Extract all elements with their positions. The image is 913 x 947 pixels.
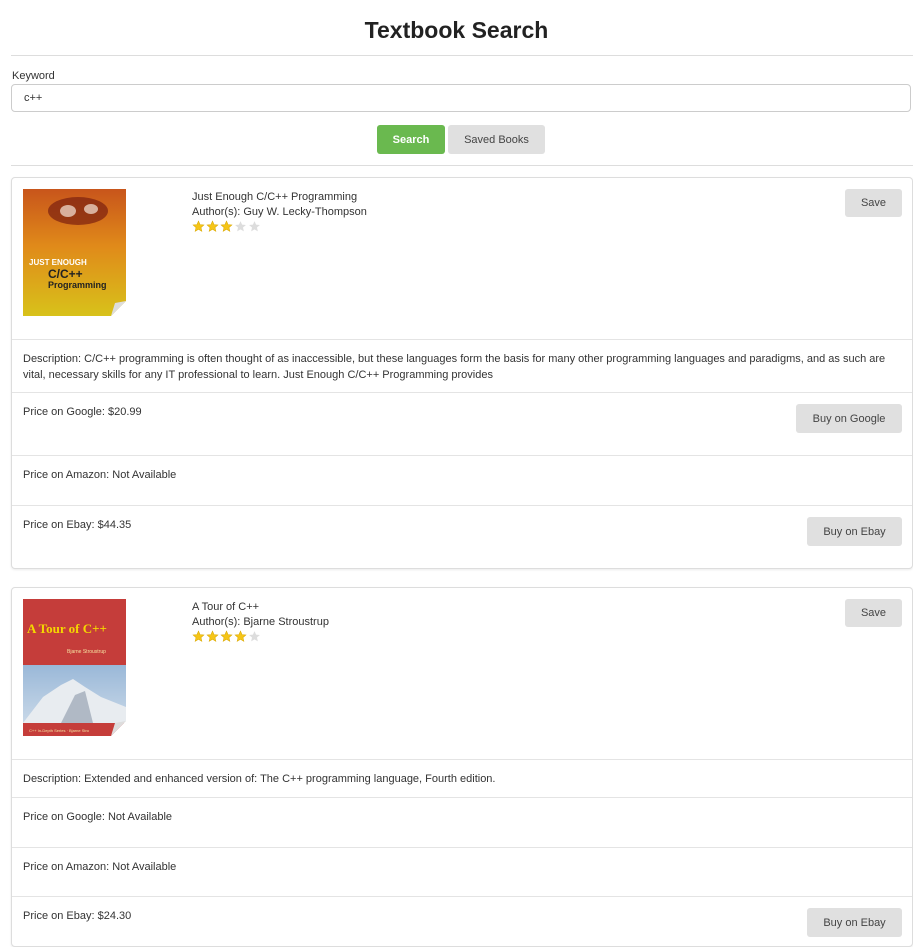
- cover-title-line2: C/C++: [48, 267, 83, 281]
- price-ebay: Price on Ebay: $24.30: [23, 910, 132, 922]
- divider: [12, 759, 912, 760]
- cover-title-line3: Programming: [48, 280, 107, 290]
- buy-on-ebay-button[interactable]: Buy on Ebay: [807, 517, 902, 546]
- cover-series: C++ In-Depth Series · Bjarne Stro: [29, 728, 90, 733]
- price-amazon: Price on Amazon: Not Available: [23, 469, 177, 481]
- book-description: Description: Extended and enhanced versi…: [23, 773, 496, 785]
- star-filled-icon: [192, 630, 205, 642]
- divider: [12, 505, 912, 506]
- divider: [12, 797, 912, 798]
- star-filled-icon: [220, 220, 233, 232]
- star-filled-icon: [206, 220, 219, 232]
- buy-on-ebay-button[interactable]: Buy on Ebay: [807, 908, 902, 937]
- divider: [12, 339, 912, 340]
- book-cover-image: A Tour of C++ Bjarne Stroustrup C++ In-D…: [23, 599, 126, 736]
- save-button[interactable]: Save: [845, 189, 902, 217]
- star-empty-icon: [249, 631, 260, 642]
- book-card: JUST ENOUGH C/C++ Programming Just Enoug…: [11, 177, 913, 569]
- keyword-input[interactable]: [11, 84, 911, 112]
- star-filled-icon: [206, 630, 219, 642]
- cover-author: Bjarne Stroustrup: [67, 649, 106, 655]
- price-ebay: Price on Ebay: $44.35: [23, 519, 132, 531]
- saved-books-button[interactable]: Saved Books: [448, 125, 545, 154]
- keyword-label: Keyword: [12, 70, 55, 82]
- book-authors: Author(s): Guy W. Lecky-Thompson: [192, 206, 367, 218]
- cover-title-line1: JUST ENOUGH: [29, 258, 87, 267]
- divider: [12, 847, 912, 848]
- star-filled-icon: [234, 630, 247, 642]
- buy-on-google-button[interactable]: Buy on Google: [796, 404, 902, 433]
- star-filled-icon: [192, 220, 205, 232]
- star-empty-icon: [235, 221, 246, 232]
- divider: [12, 896, 912, 897]
- star-empty-icon: [249, 221, 260, 232]
- book-title: Just Enough C/C++ Programming: [192, 191, 358, 203]
- book-card: A Tour of C++ Bjarne Stroustrup C++ In-D…: [11, 587, 913, 947]
- page-title: Textbook Search: [364, 17, 549, 43]
- search-divider: [11, 165, 913, 166]
- save-button[interactable]: Save: [845, 599, 902, 627]
- book-title: A Tour of C++: [192, 601, 260, 613]
- divider: [12, 392, 912, 393]
- book-description: Description: C/C++ programming is often …: [23, 353, 886, 381]
- star-filled-icon: [220, 630, 233, 642]
- price-google: Price on Google: $20.99: [23, 406, 142, 418]
- price-amazon: Price on Amazon: Not Available: [23, 861, 177, 873]
- search-button[interactable]: Search: [377, 125, 445, 154]
- book-authors: Author(s): Bjarne Stroustrup: [192, 616, 329, 628]
- star-rating: [192, 220, 261, 233]
- price-google: Price on Google: Not Available: [23, 811, 172, 823]
- cover-title-line1: A Tour of C++: [27, 621, 107, 636]
- divider: [12, 455, 912, 456]
- star-rating: [192, 630, 261, 643]
- book-cover-image: JUST ENOUGH C/C++ Programming: [23, 189, 126, 316]
- header-divider: [11, 55, 913, 56]
